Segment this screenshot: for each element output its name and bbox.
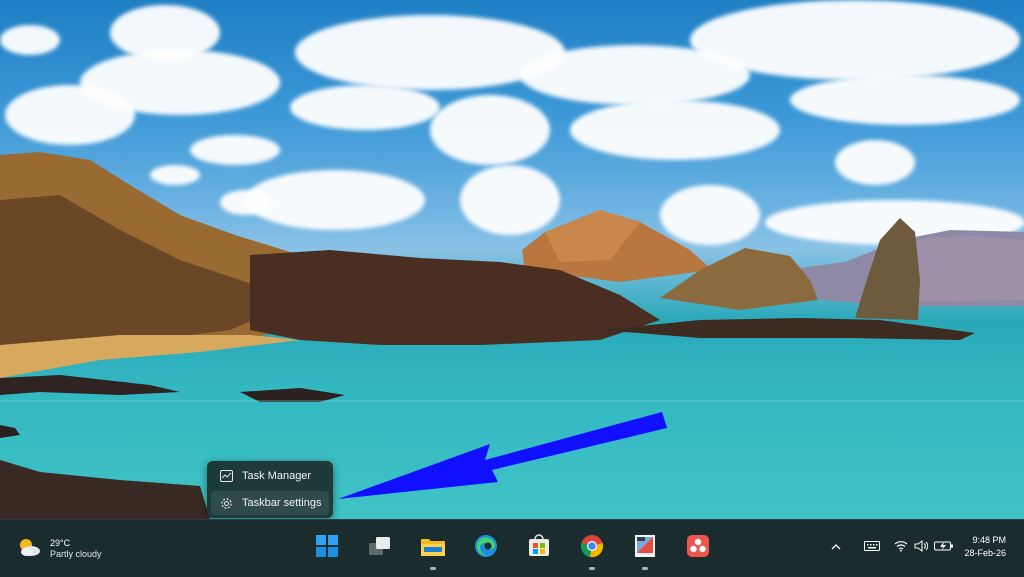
windows-logo-icon bbox=[316, 534, 338, 562]
running-indicator bbox=[430, 567, 436, 570]
menu-item-label: Task Manager bbox=[242, 470, 312, 482]
weather-temperature: 29°C bbox=[50, 538, 71, 548]
keyboard-icon bbox=[864, 539, 880, 557]
menu-item-task-manager[interactable]: Task Manager bbox=[211, 464, 329, 488]
volume-icon bbox=[914, 539, 929, 557]
taskbar-context-menu: Task Manager Taskbar settings bbox=[207, 461, 333, 518]
weather-widget[interactable]: 29°C Partly cloudy bbox=[16, 534, 102, 564]
chrome-button[interactable] bbox=[577, 533, 607, 570]
paint-icon bbox=[634, 534, 656, 563]
clock-date: 28-Feb-26 bbox=[964, 548, 1006, 558]
folder-icon bbox=[420, 535, 446, 562]
running-indicator bbox=[589, 567, 595, 570]
start-button[interactable] bbox=[312, 533, 342, 563]
clock-button[interactable]: 9:48 PM 28-Feb-26 bbox=[964, 534, 1006, 560]
chrome-icon bbox=[580, 534, 604, 563]
gear-icon bbox=[219, 496, 233, 510]
weather-condition: Partly cloudy bbox=[50, 549, 102, 559]
menu-item-taskbar-settings[interactable]: Taskbar settings bbox=[211, 491, 329, 515]
edge-icon bbox=[474, 534, 498, 563]
task-view-icon bbox=[368, 535, 392, 562]
paint-button[interactable] bbox=[630, 533, 660, 570]
battery-charging-icon bbox=[934, 539, 954, 557]
store-icon bbox=[527, 533, 551, 563]
partly-cloudy-icon bbox=[16, 536, 42, 563]
asana-icon bbox=[686, 534, 710, 563]
asana-button[interactable] bbox=[683, 533, 713, 563]
show-hidden-icons-button[interactable] bbox=[830, 538, 842, 558]
file-explorer-button[interactable] bbox=[418, 533, 448, 570]
task-view-button[interactable] bbox=[365, 533, 395, 563]
wifi-icon bbox=[894, 539, 908, 557]
running-indicator bbox=[642, 567, 648, 570]
store-button[interactable] bbox=[524, 533, 554, 563]
network-volume-battery-button[interactable] bbox=[894, 538, 954, 558]
task-manager-icon bbox=[219, 469, 233, 483]
annotation-arrow bbox=[338, 412, 667, 499]
edge-button[interactable] bbox=[471, 533, 501, 563]
keyboard-tray-button[interactable] bbox=[864, 538, 880, 558]
chevron-up-icon bbox=[830, 539, 842, 557]
clock-time: 9:48 PM bbox=[972, 535, 1006, 545]
menu-item-label: Taskbar settings bbox=[242, 497, 322, 509]
taskbar: 29°C Partly cloudy 9:48 PM 28-Feb-26 bbox=[0, 519, 1024, 577]
desktop-wallpaper bbox=[0, 0, 1024, 519]
